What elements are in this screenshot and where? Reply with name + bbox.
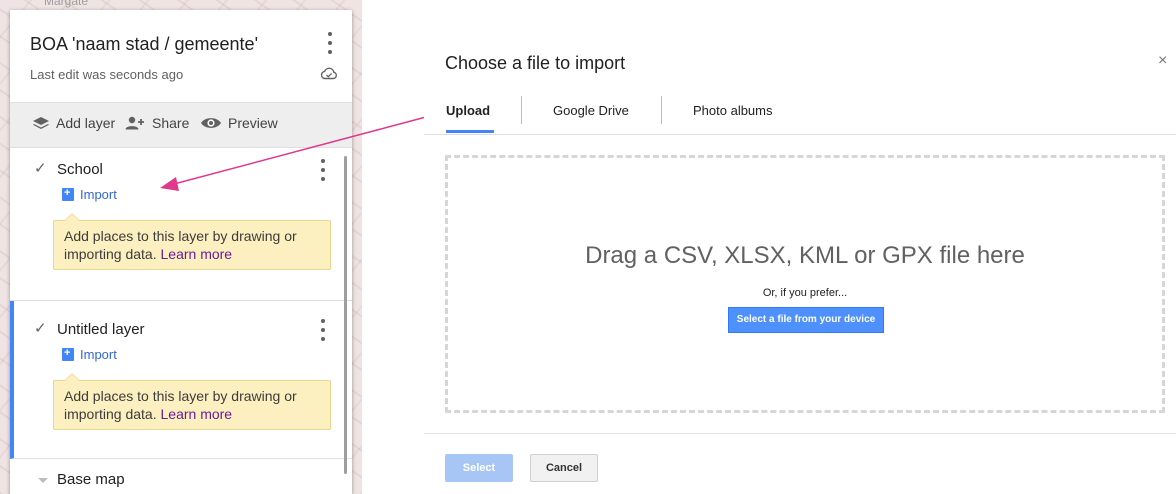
panel-toolbar: Add layer Share Preview <box>10 102 352 148</box>
base-map-label: Base map <box>57 471 125 488</box>
dialog-title: Choose a file to import <box>445 53 626 73</box>
layer-hint-tooltip: Add places to this layer by drawing or i… <box>53 373 331 430</box>
tab-google-drive[interactable]: Google Drive <box>553 103 629 118</box>
panel-header: BOA 'naam stad / gemeente' Last edit was… <box>10 10 352 102</box>
layer-untitled: ✓ Untitled layer Import Add places to th… <box>10 301 352 459</box>
layer-visibility-checkbox[interactable]: ✓ <box>34 321 48 336</box>
import-label: Import <box>80 187 117 202</box>
preview-button[interactable]: Preview <box>200 115 278 131</box>
add-layer-label: Add layer <box>56 115 116 131</box>
preview-label: Preview <box>228 115 278 131</box>
import-dialog: Choose a file to import × Upload Google … <box>424 28 1176 494</box>
import-link[interactable]: Import <box>62 187 117 202</box>
panel-scrollbar[interactable] <box>344 156 347 474</box>
layers-panel: BOA 'naam stad / gemeente' Last edit was… <box>10 10 352 494</box>
tab-photo-albums[interactable]: Photo albums <box>693 103 773 118</box>
add-person-icon <box>125 116 144 130</box>
import-file-icon <box>62 347 74 361</box>
layers-icon <box>33 117 49 129</box>
map-place-label: Margate <box>44 0 89 8</box>
import-label: Import <box>80 347 117 362</box>
last-edit-status: Last edit was seconds ago <box>30 67 184 82</box>
drop-instructions: Drag a CSV, XLSX, KML or GPX file here <box>585 242 1025 269</box>
learn-more-link[interactable]: Learn more <box>161 406 233 422</box>
share-button[interactable]: Share <box>124 115 189 131</box>
layer-name[interactable]: Untitled layer <box>57 321 145 338</box>
import-link[interactable]: Import <box>62 347 117 362</box>
close-icon[interactable]: × <box>1158 52 1167 70</box>
expand-triangle-icon <box>38 478 48 483</box>
select-file-button[interactable]: Select a file from your device <box>728 307 884 333</box>
tab-divider <box>521 96 522 124</box>
layer-options-kebab-icon[interactable] <box>319 159 327 181</box>
layer-school: ✓ School Import Add places to this layer… <box>10 147 352 301</box>
file-drop-zone[interactable]: Drag a CSV, XLSX, KML or GPX file here O… <box>445 155 1165 413</box>
select-button[interactable]: Select <box>445 454 513 482</box>
prefer-text: Or, if you prefer... <box>762 287 848 299</box>
learn-more-link[interactable]: Learn more <box>161 246 233 262</box>
cloud-saved-icon <box>320 67 337 80</box>
tab-divider <box>661 96 662 124</box>
tabs-divider-line <box>424 134 1176 135</box>
layer-visibility-checkbox[interactable]: ✓ <box>34 161 48 176</box>
share-label: Share <box>152 115 190 131</box>
layer-hint-tooltip: Add places to this layer by drawing or i… <box>53 213 331 270</box>
import-file-icon <box>62 187 74 201</box>
selected-tab-indicator <box>446 130 494 133</box>
eye-icon <box>201 118 221 128</box>
cancel-button[interactable]: Cancel <box>530 454 598 482</box>
map-options-kebab-icon[interactable] <box>326 32 334 54</box>
map-title[interactable]: BOA 'naam stad / gemeente' <box>30 34 258 55</box>
base-map-section[interactable]: Base map <box>10 459 352 494</box>
footer-divider <box>424 433 1176 434</box>
tab-upload[interactable]: Upload <box>446 103 490 118</box>
layer-name[interactable]: School <box>57 161 103 178</box>
layer-options-kebab-icon[interactable] <box>319 319 327 341</box>
add-layer-button[interactable]: Add layer <box>32 115 115 131</box>
